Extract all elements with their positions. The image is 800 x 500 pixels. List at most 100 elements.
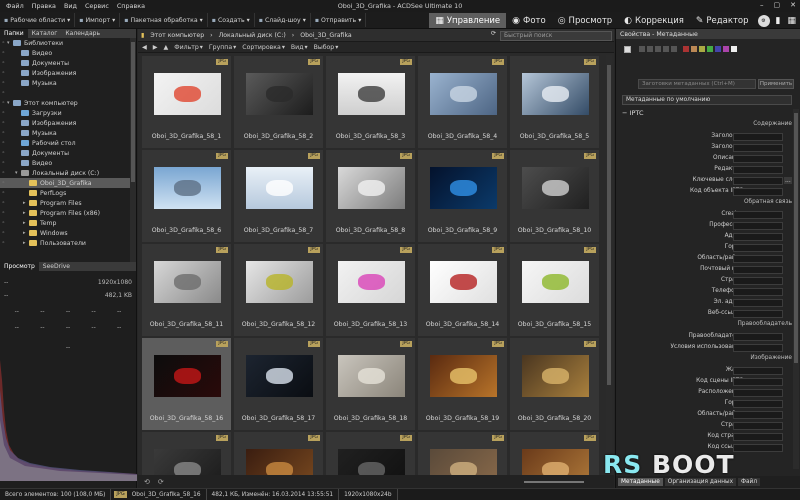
thumbnail-item[interactable]: JPG Oboi_3D_Grafika_58_1 xyxy=(141,55,232,149)
pin-icon[interactable]: ⚬ xyxy=(0,160,7,166)
thumbnail-item[interactable]: JPG xyxy=(509,431,600,475)
field-input[interactable] xyxy=(733,422,783,430)
thumbnail-item[interactable]: JPG Oboi_3D_Grafika_58_5 xyxy=(509,55,600,149)
dashboard-icon[interactable]: ▦ xyxy=(787,16,796,26)
rating-3[interactable] xyxy=(655,46,661,52)
breadcrumb-folder[interactable]: Oboi_3D_Grafika xyxy=(297,32,355,39)
field-input[interactable] xyxy=(733,188,783,196)
thumb-scroll-thumb[interactable] xyxy=(607,65,611,385)
label-yellow[interactable] xyxy=(699,46,705,52)
field-input[interactable] xyxy=(733,177,783,185)
thumbnail-item[interactable]: JPG Oboi_3D_Grafika_58_7 xyxy=(233,149,324,243)
panel-toggle-icon[interactable]: ⚙ xyxy=(757,14,770,27)
tree-item[interactable]: ⚬ Oboi_3D_Grafika xyxy=(0,178,130,188)
pin-icon[interactable]: ⚬ xyxy=(0,70,7,76)
close-icon[interactable]: ✕ xyxy=(790,1,796,9)
tree-item[interactable]: ⚬ ▾ Этот компьютер xyxy=(0,98,130,108)
toolbar-button[interactable]: ▪ Рабочие области ▾ xyxy=(0,13,76,27)
label-orange[interactable] xyxy=(691,46,697,52)
field-input[interactable] xyxy=(733,166,783,174)
pin-icon[interactable]: ⚬ xyxy=(0,110,7,116)
thumbnail-item[interactable]: JPG Oboi_3D_Grafika_58_2 xyxy=(233,55,324,149)
field-input[interactable] xyxy=(733,310,783,318)
more-button[interactable]: ... xyxy=(784,177,792,184)
filter-menu[interactable]: Фильтр xyxy=(174,44,198,51)
toolbar-button[interactable]: ▪ Импорт ▾ xyxy=(75,13,121,27)
thumbnail-item[interactable]: JPG Oboi_3D_Grafika_58_15 xyxy=(509,243,600,337)
field-input[interactable] xyxy=(733,233,783,241)
rating-bar[interactable] xyxy=(624,46,737,53)
tree-item[interactable]: ⚬ ▸ Program Files xyxy=(0,198,130,208)
tree-item[interactable]: ⚬ Документы xyxy=(0,58,130,68)
field-input[interactable] xyxy=(733,222,783,230)
thumbnail-item[interactable]: JPG Oboi_3D_Grafika_58_18 xyxy=(325,337,416,431)
filter-menu[interactable]: Группа xyxy=(209,44,232,51)
tree-item[interactable]: ⚬ ▾ Библиотеки xyxy=(0,38,130,48)
rating-4[interactable] xyxy=(663,46,669,52)
thumbnail-item[interactable]: JPG Oboi_3D_Grafika_58_16 xyxy=(141,337,232,431)
field-input[interactable] xyxy=(733,411,783,419)
pin-icon[interactable]: ⚬ xyxy=(0,80,7,86)
menu-item[interactable]: Сервис xyxy=(85,2,109,10)
filter-menu[interactable]: Сортировка xyxy=(242,44,281,51)
thumbnail-item[interactable]: JPG Oboi_3D_Grafika_58_17 xyxy=(233,337,324,431)
field-input[interactable] xyxy=(733,433,783,441)
field-input[interactable] xyxy=(733,367,783,375)
search-icon[interactable]: ⟳ xyxy=(488,30,499,37)
pin-icon[interactable]: ⚬ xyxy=(0,40,7,46)
thumbnail-item[interactable]: JPG Oboi_3D_Grafika_58_6 xyxy=(141,149,232,243)
field-input[interactable] xyxy=(733,344,783,352)
thumbnail-item[interactable]: JPG Oboi_3D_Grafika_58_13 xyxy=(325,243,416,337)
pin-icon[interactable]: ⚬ xyxy=(0,170,7,176)
pin-icon[interactable]: ⚬ xyxy=(0,220,7,226)
iptc-section-header[interactable]: − IPTC xyxy=(622,109,644,117)
pin-icon[interactable]: ⚬ xyxy=(0,230,7,236)
mode-tab[interactable]: ✎ Редактор xyxy=(690,13,755,28)
label-green[interactable] xyxy=(707,46,713,52)
rating-2[interactable] xyxy=(647,46,653,52)
label-red[interactable] xyxy=(683,46,689,52)
breadcrumb-disk[interactable]: Локальный диск (C:) xyxy=(216,32,289,39)
tree-item[interactable]: ⚬ PerfLogs xyxy=(0,188,130,198)
thumbnail-item[interactable]: JPG Oboi_3D_Grafika_58_14 xyxy=(417,243,508,337)
tree-item[interactable]: ⚬ Видео xyxy=(0,158,130,168)
breadcrumb-computer[interactable]: Этот компьютер xyxy=(147,32,207,39)
label-blue[interactable] xyxy=(715,46,721,52)
mode-tab[interactable]: ▦ Управление xyxy=(429,13,507,28)
menu-item[interactable]: Справка xyxy=(117,2,145,10)
tree-item[interactable]: ⚬ ▸ Windows xyxy=(0,228,130,238)
field-input[interactable] xyxy=(733,277,783,285)
menu-item[interactable]: Правка xyxy=(32,2,56,10)
tree-item[interactable]: ⚬ Изображения xyxy=(0,68,130,78)
tree-item[interactable]: ⚬ Музыка xyxy=(0,128,130,138)
toolbar-button[interactable]: ▪ Слайд-шоу ▾ xyxy=(255,13,311,27)
rotate-right-icon[interactable]: ⟳ xyxy=(158,478,164,486)
mode-tab[interactable]: ◎ Просмотр xyxy=(552,13,618,28)
maximize-icon[interactable]: ▢ xyxy=(774,1,781,9)
rotate-left-icon[interactable]: ⟲ xyxy=(144,478,150,486)
panel-tab[interactable]: Каталог xyxy=(28,29,62,38)
props-scroll-thumb[interactable] xyxy=(794,113,798,363)
field-input[interactable] xyxy=(733,333,783,341)
tree-item[interactable]: ⚬ Загрузки xyxy=(0,108,130,118)
thumbnail-item[interactable]: JPG Oboi_3D_Grafika_58_8 xyxy=(325,149,416,243)
preview-tab[interactable]: SeeDrive xyxy=(39,262,74,271)
filter-menu[interactable]: Вид xyxy=(291,44,304,51)
pin-icon[interactable]: ⚬ xyxy=(0,140,7,146)
toolbar-button[interactable]: ▪ Создать ▾ xyxy=(208,13,255,27)
field-input[interactable] xyxy=(733,155,783,163)
tree-item[interactable]: ⚬ ▾ Локальный диск (C:) xyxy=(0,168,130,178)
properties-tab[interactable]: Метаданные xyxy=(618,478,663,486)
field-input[interactable] xyxy=(733,444,783,452)
pin-icon[interactable]: ⚬ xyxy=(0,130,7,136)
pin-icon[interactable]: ⚬ xyxy=(0,200,7,206)
pin-icon[interactable]: ⚬ xyxy=(0,90,7,96)
panel-tab[interactable]: Календарь xyxy=(61,29,104,38)
tree-item[interactable]: ⚬ ▸ Пользователи xyxy=(0,238,130,248)
field-input[interactable] xyxy=(733,133,783,141)
field-input[interactable] xyxy=(733,266,783,274)
menu-item[interactable]: Файл xyxy=(6,2,24,10)
metadata-view-select[interactable]: Метаданные по умолчанию xyxy=(622,95,792,105)
zoom-slider[interactable] xyxy=(524,480,584,483)
folder-scrollbar[interactable] xyxy=(130,38,136,262)
